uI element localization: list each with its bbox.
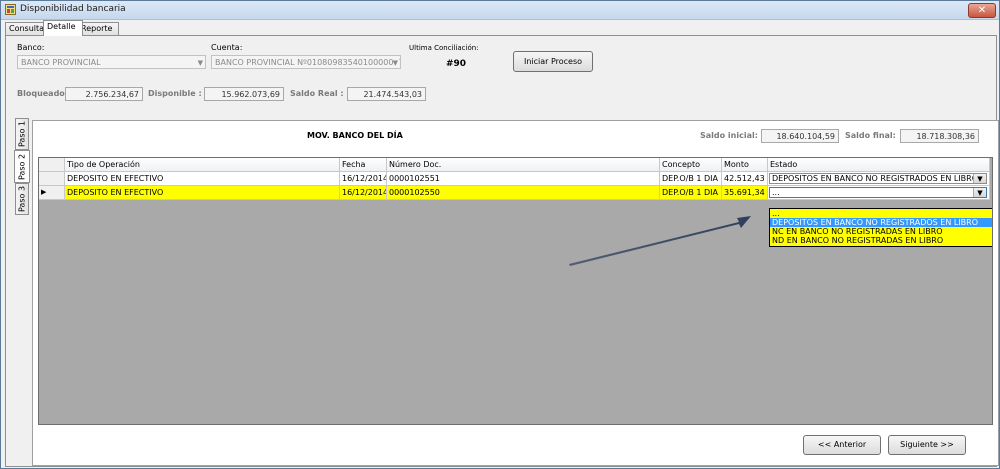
- title-bar[interactable]: Disponibilidad bancaria ✕: [1, 1, 999, 20]
- banco-combo[interactable]: BANCO PROVINCIAL ▼: [17, 55, 206, 69]
- paso-3-label: Paso 3: [17, 185, 27, 213]
- saldo-inicial-field: 18.640.104,59: [761, 129, 839, 143]
- annotation-arrow: [569, 216, 751, 266]
- app-icon: [5, 4, 16, 15]
- step-title: MOV. BANCO DEL DÍA: [307, 131, 403, 140]
- detalle-panel: Banco: BANCO PROVINCIAL ▼ Cuenta: BANCO …: [5, 35, 999, 467]
- banco-label: Banco:: [17, 43, 45, 52]
- tab-paso-1[interactable]: Paso 1: [15, 118, 29, 150]
- bloqueado-label: Bloqueado: [17, 89, 65, 98]
- close-button[interactable]: ✕: [968, 3, 996, 18]
- movimientos-grid[interactable]: Tipo de Operación Fecha Número Doc. Conc…: [38, 157, 993, 425]
- disponible-field: 15.962.073,69: [204, 87, 284, 101]
- paso-2-content: MOV. BANCO DEL DÍA Saldo inicial: 18.640…: [32, 120, 999, 466]
- saldo-real-field: 21.474.543,03: [347, 87, 426, 101]
- close-icon: ✕: [977, 5, 987, 16]
- disponible-label: Disponible :: [148, 89, 202, 98]
- tab-paso-3[interactable]: Paso 3: [15, 183, 29, 215]
- saldo-inicial-label: Saldo inicial:: [700, 131, 758, 140]
- ultima-conciliacion-label: Ultima Conciliación:: [409, 44, 479, 52]
- saldo-final-field: 18.718.308,36: [900, 129, 979, 143]
- paso-1-label: Paso 1: [17, 120, 27, 148]
- banco-value: BANCO PROVINCIAL: [21, 58, 101, 67]
- app-window: Disponibilidad bancaria ✕ Consulta Detal…: [0, 0, 1000, 469]
- tab-paso-2[interactable]: Paso 2: [14, 150, 30, 183]
- cuenta-combo[interactable]: BANCO PROVINCIAL Nº01080983540100000071 …: [211, 55, 401, 69]
- paso-2-label: Paso 2: [17, 153, 27, 180]
- bloqueado-field: 2.756.234,67: [65, 87, 143, 101]
- saldo-real-label: Saldo Real :: [290, 89, 344, 98]
- tab-reporte[interactable]: Reporte: [77, 22, 119, 35]
- arrow-icon: [569, 216, 751, 266]
- tab-detalle[interactable]: Detalle: [43, 20, 83, 36]
- iniciar-proceso-button[interactable]: Iniciar Proceso: [513, 51, 593, 72]
- chevron-down-icon: ▼: [392, 56, 398, 68]
- cuenta-label: Cuenta:: [211, 43, 243, 52]
- ultima-conciliacion-value: #90: [446, 59, 467, 69]
- cuenta-value: BANCO PROVINCIAL Nº01080983540100000071: [215, 58, 401, 67]
- chevron-down-icon: ▼: [197, 59, 203, 67]
- window-title: Disponibilidad bancaria: [20, 4, 126, 14]
- anterior-button[interactable]: << Anterior: [803, 435, 881, 455]
- saldo-final-label: Saldo final:: [845, 131, 896, 140]
- siguiente-button[interactable]: Siguiente >>: [888, 435, 966, 455]
